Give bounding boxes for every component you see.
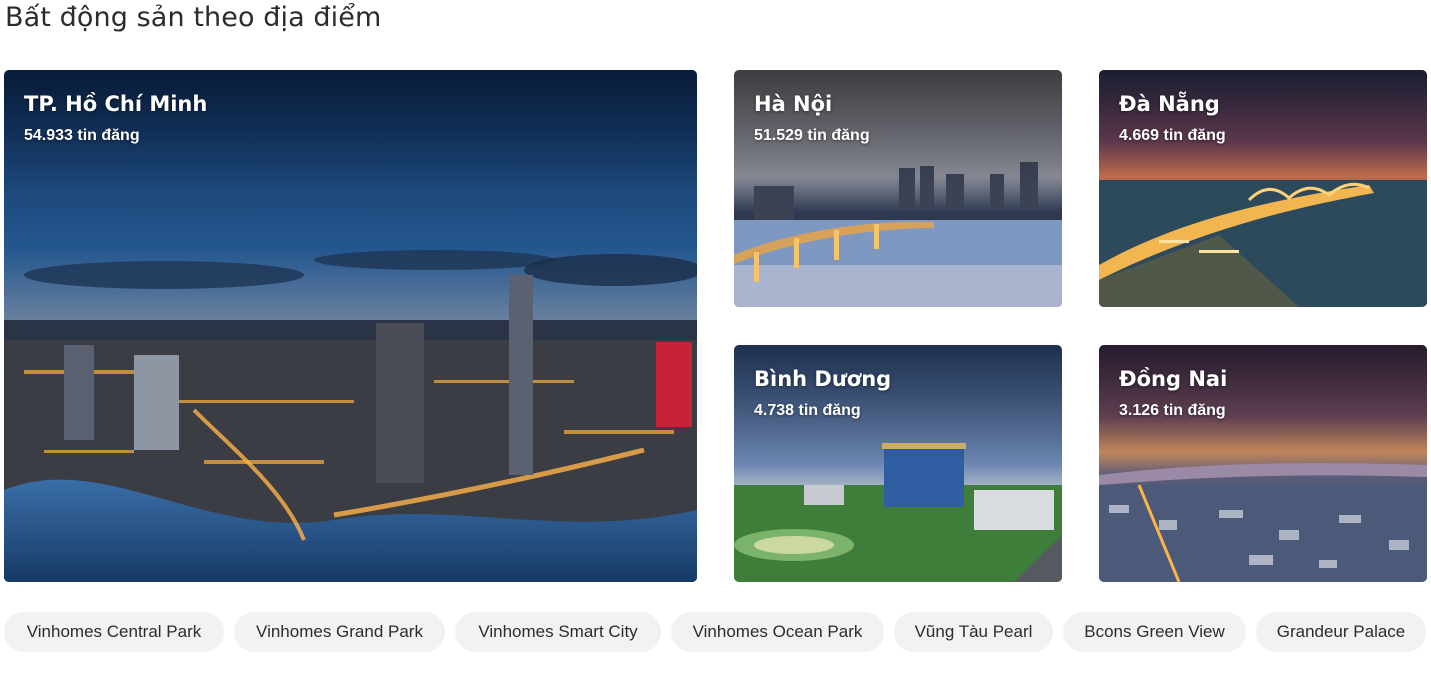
location-name: TP. Hồ Chí Minh (24, 92, 208, 116)
location-card-da-nang[interactable]: Đà Nẵng 4.669 tin đăng (1099, 70, 1427, 307)
location-listing-count: 4.669 tin đăng (1119, 127, 1226, 144)
location-name: Đồng Nai (1119, 367, 1228, 391)
section-title: Bất động sản theo địa điểm (5, 2, 382, 33)
location-card-binh-duong[interactable]: Bình Dương 4.738 tin đăng (734, 345, 1062, 582)
project-chip-vinhomes-grand-park[interactable]: Vinhomes Grand Park (234, 612, 445, 652)
location-card-dong-nai[interactable]: Đồng Nai 3.126 tin đăng (1099, 345, 1427, 582)
project-chip-grandeur-palace[interactable]: Grandeur Palace (1256, 612, 1426, 652)
project-chip-bcons-green-view[interactable]: Bcons Green View (1063, 612, 1246, 652)
location-card-ha-noi[interactable]: Hà Nội 51.529 tin đăng (734, 70, 1062, 307)
location-card-ho-chi-minh[interactable]: TP. Hồ Chí Minh 54.933 tin đăng (4, 70, 697, 582)
location-listing-count: 51.529 tin đăng (754, 127, 870, 144)
project-chip-vinhomes-central-park[interactable]: Vinhomes Central Park (4, 612, 224, 652)
location-listing-count: 54.933 tin đăng (24, 127, 140, 144)
project-chip-vinhomes-ocean-park[interactable]: Vinhomes Ocean Park (671, 612, 884, 652)
project-chip-vung-tau-pearl[interactable]: Vũng Tàu Pearl (894, 612, 1053, 652)
location-name: Hà Nội (754, 92, 833, 116)
project-chip-vinhomes-smart-city[interactable]: Vinhomes Smart City (455, 612, 661, 652)
location-listing-count: 3.126 tin đăng (1119, 402, 1226, 419)
location-name: Đà Nẵng (1119, 92, 1220, 116)
location-name: Bình Dương (754, 367, 892, 391)
location-listing-count: 4.738 tin đăng (754, 402, 861, 419)
